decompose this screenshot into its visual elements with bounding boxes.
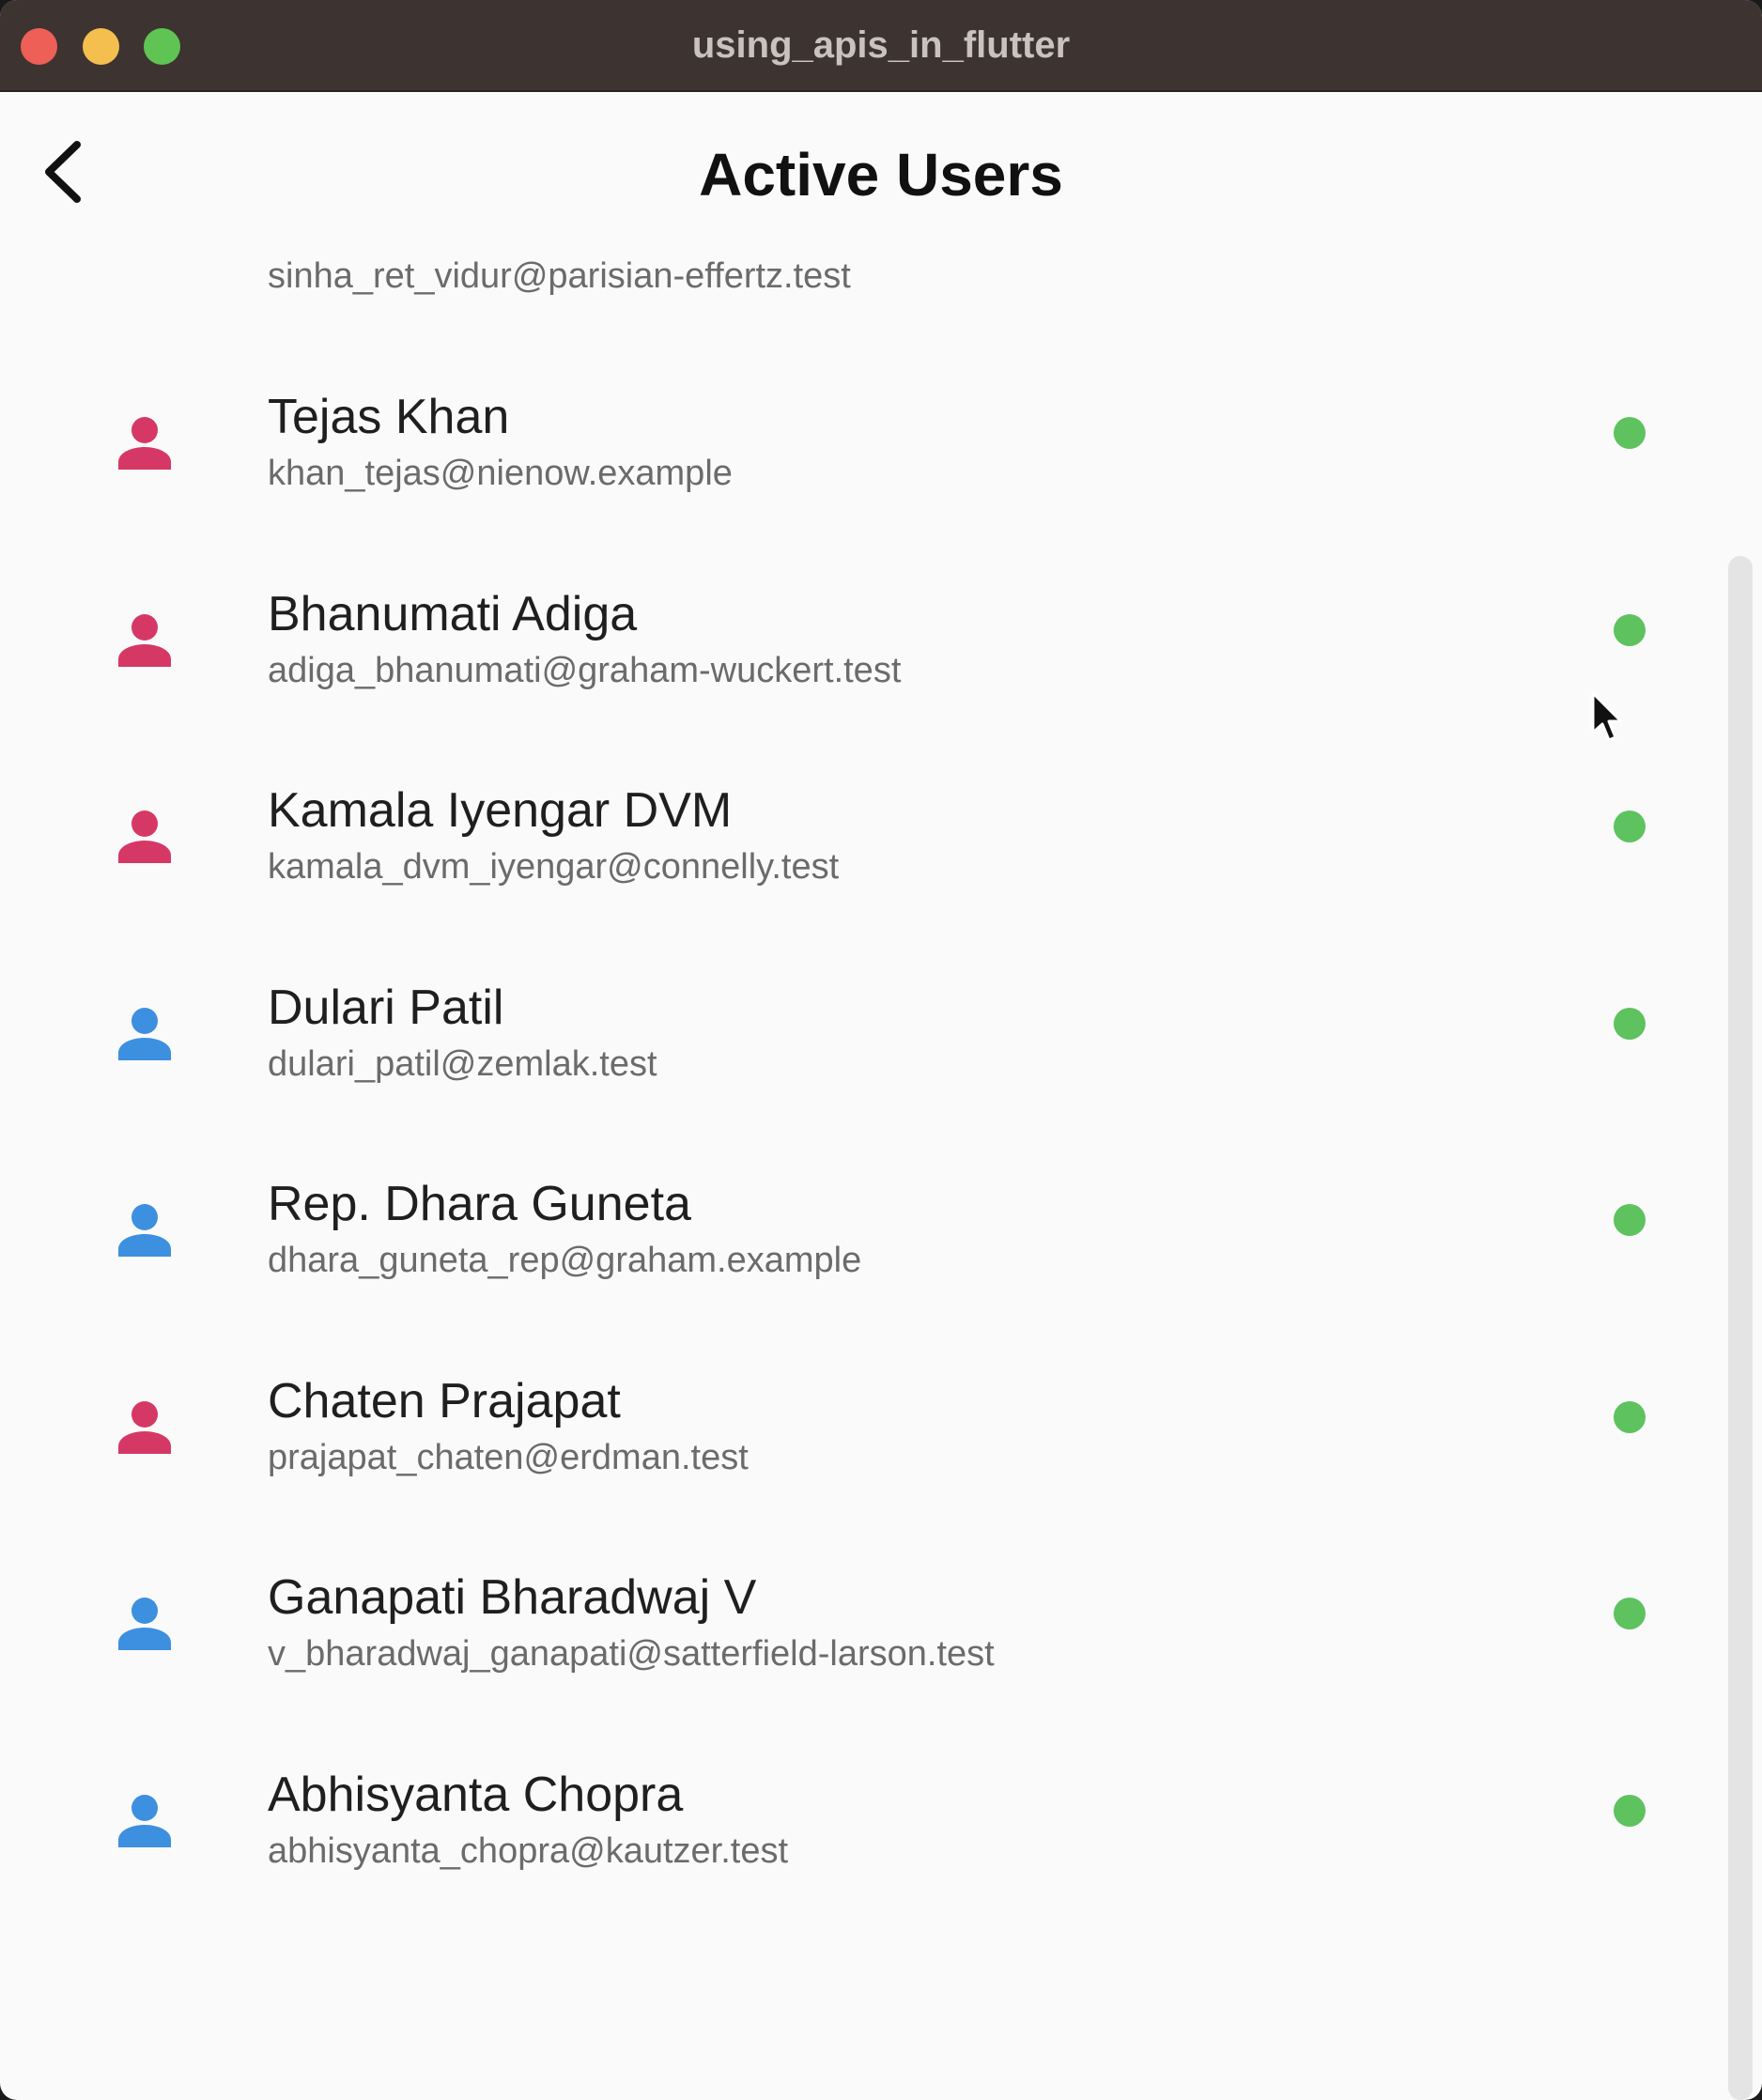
person-icon <box>118 1598 171 1650</box>
user-email: v_bharadwaj_ganapati@satterfield-larson.… <box>268 1634 995 1674</box>
list-item[interactable]: Chaten Prajapat prajapat_chaten@erdman.te… <box>0 1373 1762 1570</box>
user-email: dhara_guneta_rep@graham.example <box>268 1241 862 1280</box>
chevron-left-icon <box>45 141 81 203</box>
list-item[interactable]: Dulari Patil dulari_patil@zemlak.test <box>0 980 1762 1177</box>
user-name: Ganapati Bharadwaj V <box>268 1570 757 1625</box>
user-name: Rep. Dhara Guneta <box>268 1177 691 1231</box>
person-icon <box>118 1204 171 1257</box>
list-item[interactable]: Rep. Dhara Guneta dhara_guneta_rep@graham… <box>0 1176 1762 1373</box>
active-status-dot <box>1614 1401 1646 1433</box>
list-item[interactable]: Tejas Khan khan_tejas@nienow.example <box>0 389 1762 586</box>
active-status-dot <box>1614 1795 1646 1827</box>
list-item-email: sinha_ret_vidur@parisian-effertz.test <box>268 257 851 296</box>
person-icon <box>118 614 171 667</box>
user-email: adiga_bhanumati@graham-wuckert.test <box>268 651 902 690</box>
app-bar: Active Users <box>0 92 1762 257</box>
user-list[interactable]: sinha_ret_vidur@parisian-effertz.test Te… <box>0 257 1762 2100</box>
user-name: Kamala Iyengar DVM <box>268 783 733 838</box>
user-email: dulari_patil@zemlak.test <box>268 1044 657 1084</box>
list-item[interactable]: Ganapati Bharadwaj V v_bharadwaj_ganapati… <box>0 1569 1762 1767</box>
person-icon <box>118 811 171 863</box>
person-icon <box>118 1008 171 1060</box>
active-status-dot <box>1614 614 1646 646</box>
user-name: Dulari Patil <box>268 981 504 1035</box>
active-status-dot <box>1614 417 1646 449</box>
person-icon <box>118 417 171 470</box>
back-button[interactable] <box>28 130 103 214</box>
user-name: Abhisyanta Chopra <box>268 1768 684 1822</box>
active-status-dot <box>1614 1598 1646 1629</box>
user-email: abhisyanta_chopra@kautzer.test <box>268 1831 789 1871</box>
user-email: prajapat_chaten@erdman.test <box>268 1438 749 1477</box>
active-status-dot <box>1614 1204 1646 1236</box>
user-name: Tejas Khan <box>268 390 510 444</box>
active-status-dot <box>1614 1008 1646 1040</box>
title-bar: using_apis_in_flutter <box>0 0 1762 92</box>
list-item[interactable]: Bhanumati Adiga adiga_bhanumati@graham-wu… <box>0 586 1762 783</box>
page-title: Active Users <box>699 141 1063 208</box>
app-window: using_apis_in_flutter Active Users sinha… <box>0 0 1762 2100</box>
user-name: Chaten Prajapat <box>268 1374 621 1428</box>
mouse-pointer-icon <box>1591 691 1623 742</box>
list-item[interactable]: Kamala Iyengar DVM kamala_dvm_iyengar@con… <box>0 782 1762 980</box>
active-status-dot <box>1614 811 1646 842</box>
user-email: kamala_dvm_iyengar@connelly.test <box>268 847 840 887</box>
list-item[interactable]: Abhisyanta Chopra abhisyanta_chopra@kautz… <box>0 1767 1762 1964</box>
person-icon <box>118 1401 171 1454</box>
person-icon <box>118 1795 171 1847</box>
user-name: Bhanumati Adiga <box>268 587 638 641</box>
window-title: using_apis_in_flutter <box>691 24 1071 66</box>
user-email: khan_tejas@nienow.example <box>268 454 733 493</box>
scrollbar[interactable] <box>1728 556 1753 2100</box>
